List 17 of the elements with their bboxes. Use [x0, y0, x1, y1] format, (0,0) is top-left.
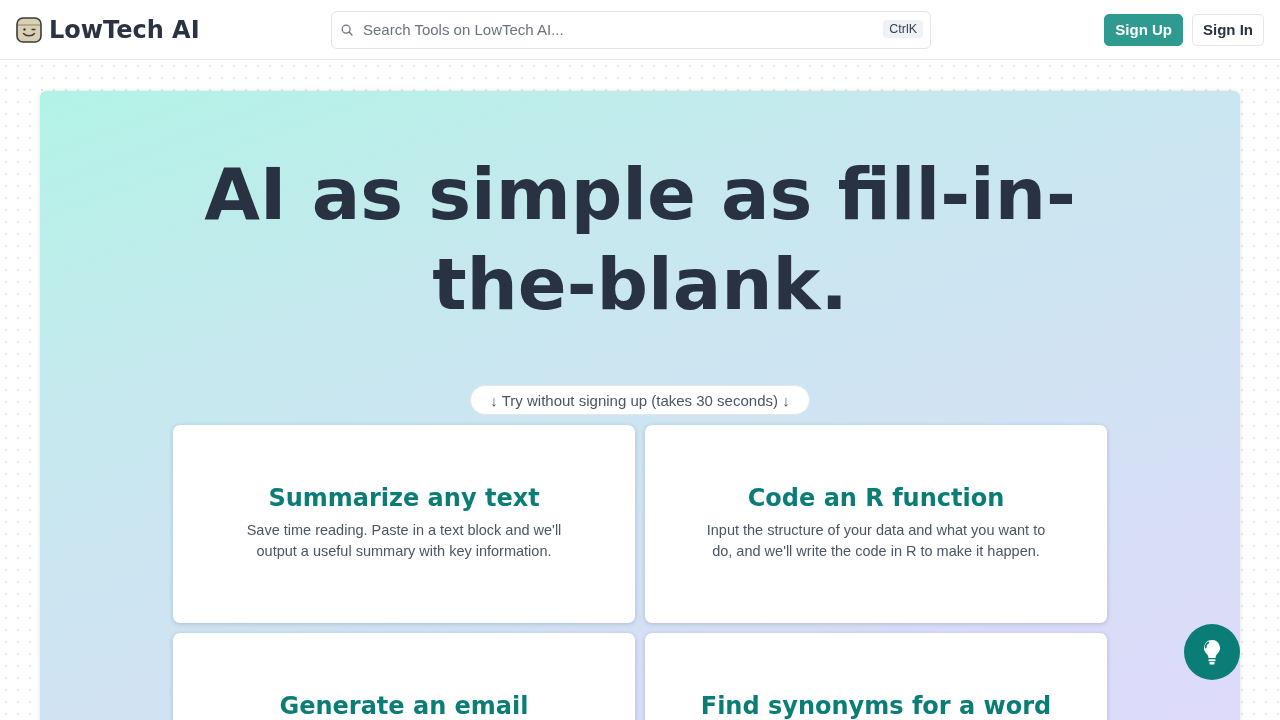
card-title: Code an R function [747, 483, 1005, 514]
brand-title[interactable]: LowTech AI [49, 15, 200, 44]
smiley-face-icon [16, 16, 42, 43]
tool-card[interactable]: Find synonyms for a word [645, 633, 1107, 720]
search-icon [341, 23, 353, 36]
tool-card[interactable]: Summarize any text Save time reading. Paste in a text block and we'll output a useful summary with key information. [173, 425, 635, 623]
lightbulb-icon [1202, 639, 1222, 665]
card-description: Input the structure of your data and what you want to do, and we'll write the code in R to make it happen. [705, 521, 1047, 561]
try-link[interactable]: ↓ Try without signing up (takes 30 seconds) ↓ [470, 385, 810, 415]
sign-in-button[interactable]: Sign In [1192, 13, 1264, 46]
tool-card[interactable]: Code an R function Input the structure of your data and what you want to do, and we'll write the code in R to make it happen. [645, 425, 1107, 623]
hero-heading: AI as simple as fill-in-the-blank. [203, 151, 1077, 328]
card-title: Find synonyms for a word [700, 691, 1052, 720]
card-title: Summarize any text [268, 483, 540, 514]
card-title: Generate an email [279, 691, 529, 720]
tool-card[interactable]: Generate an email [173, 633, 635, 720]
card-description: Save time reading. Paste in a text block and we'll output a useful summary with key information. [245, 521, 563, 561]
